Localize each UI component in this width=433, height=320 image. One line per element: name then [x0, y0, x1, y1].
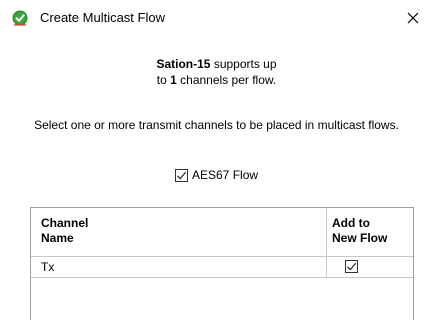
table-header: Channel Name Add to New Flow [31, 208, 413, 257]
column-header-line: Add to [332, 216, 370, 230]
aes67-flow-option[interactable]: AES67 Flow [175, 167, 258, 183]
column-header-add-to-new-flow[interactable]: Add to New Flow [332, 216, 414, 246]
instruction-text: Select one or more transmit channels to … [34, 118, 399, 132]
add-to-new-flow-checkbox[interactable] [345, 260, 358, 273]
info-line-1-rest: supports up [210, 57, 277, 71]
channel-table: Channel Name Add to New Flow Tx [30, 207, 414, 320]
info-line-2-prefix: to [156, 73, 171, 87]
column-header-line: Name [41, 231, 74, 245]
channel-count: 1 [170, 73, 177, 87]
green-checkmark-icon [12, 10, 28, 26]
device-name: Sation-15 [156, 57, 211, 71]
aes67-flow-label: AES67 Flow [192, 168, 259, 182]
aes67-flow-checkbox[interactable] [175, 168, 188, 182]
column-header-line: New Flow [332, 231, 388, 245]
close-button[interactable] [393, 0, 433, 36]
window-title: Create Multicast Flow [40, 10, 165, 25]
info-line-2-suffix: channels per flow. [176, 73, 277, 87]
title-bar: Create Multicast Flow [0, 0, 433, 36]
close-icon[interactable] [407, 12, 419, 24]
info-line-1: Sation-15 supports up [0, 56, 433, 72]
info-line-2: to 1 channels per flow. [0, 72, 433, 88]
table-row[interactable]: Tx [31, 257, 413, 278]
checkmark-icon [347, 262, 357, 271]
device-capacity-info: Sation-15 supports up to 1 channels per … [0, 56, 433, 88]
column-header-channel-name[interactable]: Channel Name [41, 216, 161, 246]
column-header-line: Channel [41, 216, 89, 230]
channel-name-cell: Tx [41, 260, 55, 274]
checkmark-icon [177, 171, 187, 179]
